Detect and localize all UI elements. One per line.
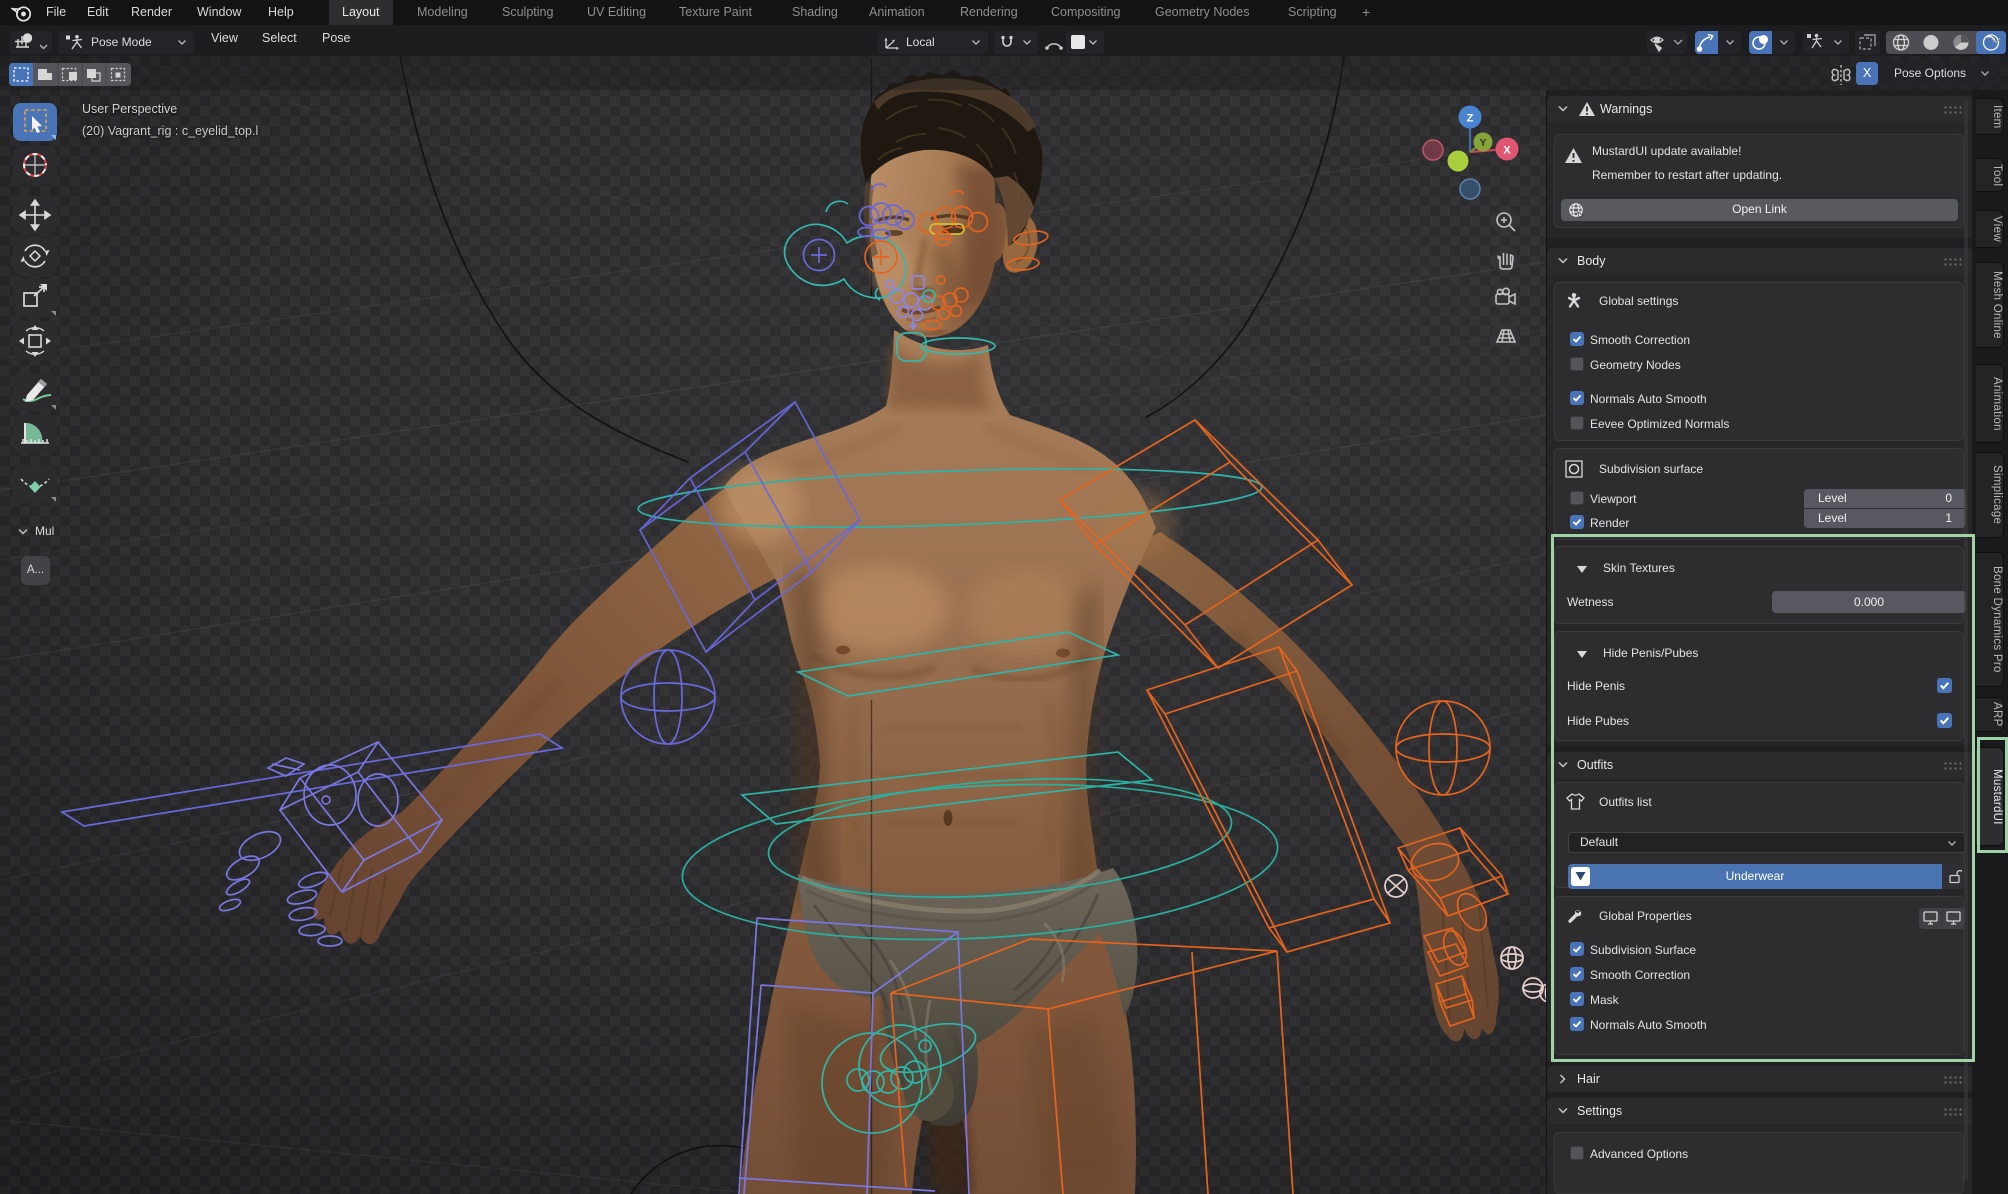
svg-text:Y: Y xyxy=(1480,138,1487,149)
svg-text:X: X xyxy=(1503,145,1511,157)
svg-text:Z: Z xyxy=(1467,113,1474,125)
